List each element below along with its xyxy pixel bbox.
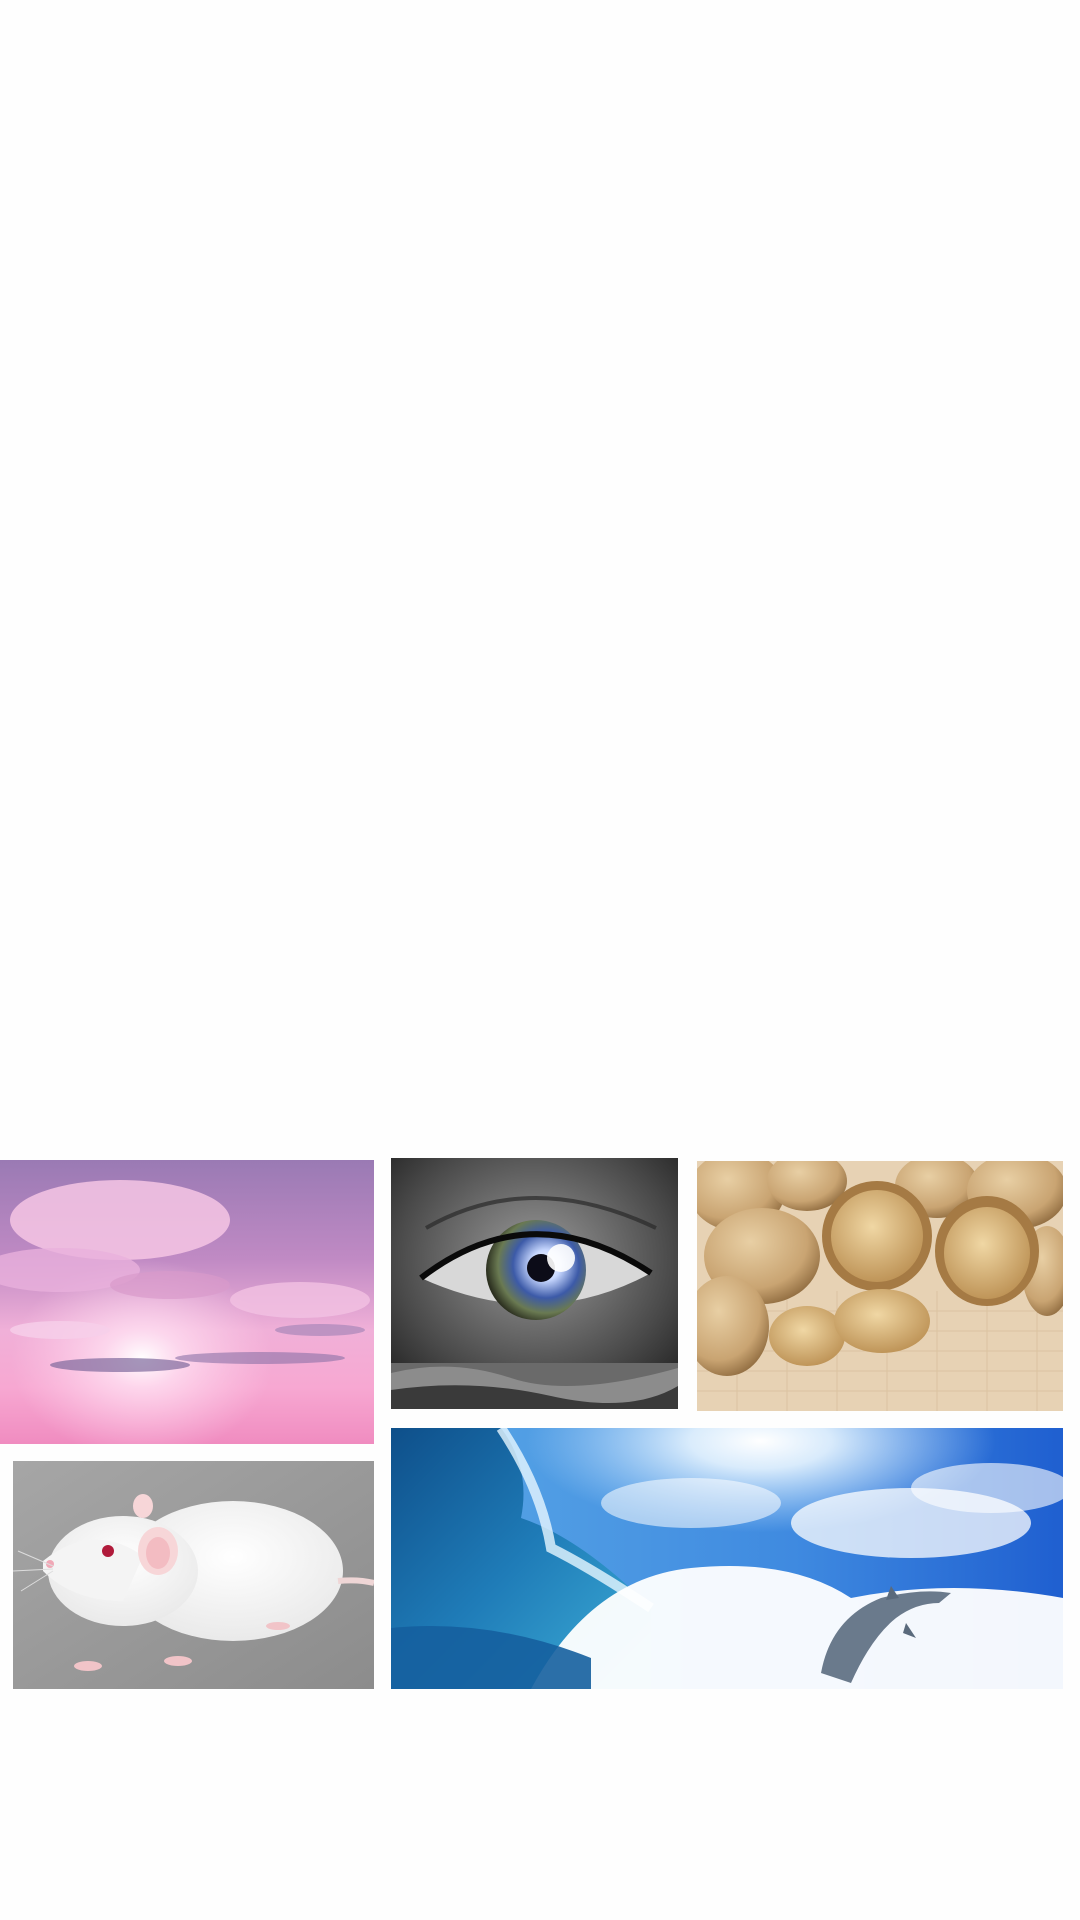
walnuts-photo xyxy=(697,1161,1063,1411)
gallery-tile-sky-photo[interactable] xyxy=(0,1160,374,1444)
sky-photo xyxy=(0,1160,374,1444)
gallery-tile-rat-photo[interactable] xyxy=(13,1461,374,1689)
rat-photo xyxy=(13,1461,374,1689)
photo-gallery-screen xyxy=(0,0,1080,1920)
gallery-tile-wave-dolphin-photo[interactable] xyxy=(391,1428,1063,1689)
eye-photo xyxy=(391,1158,678,1409)
wave-dolphin-photo xyxy=(391,1428,1063,1689)
gallery-tile-eye-photo[interactable] xyxy=(391,1158,678,1409)
gallery-tile-walnuts-photo[interactable] xyxy=(697,1161,1063,1411)
